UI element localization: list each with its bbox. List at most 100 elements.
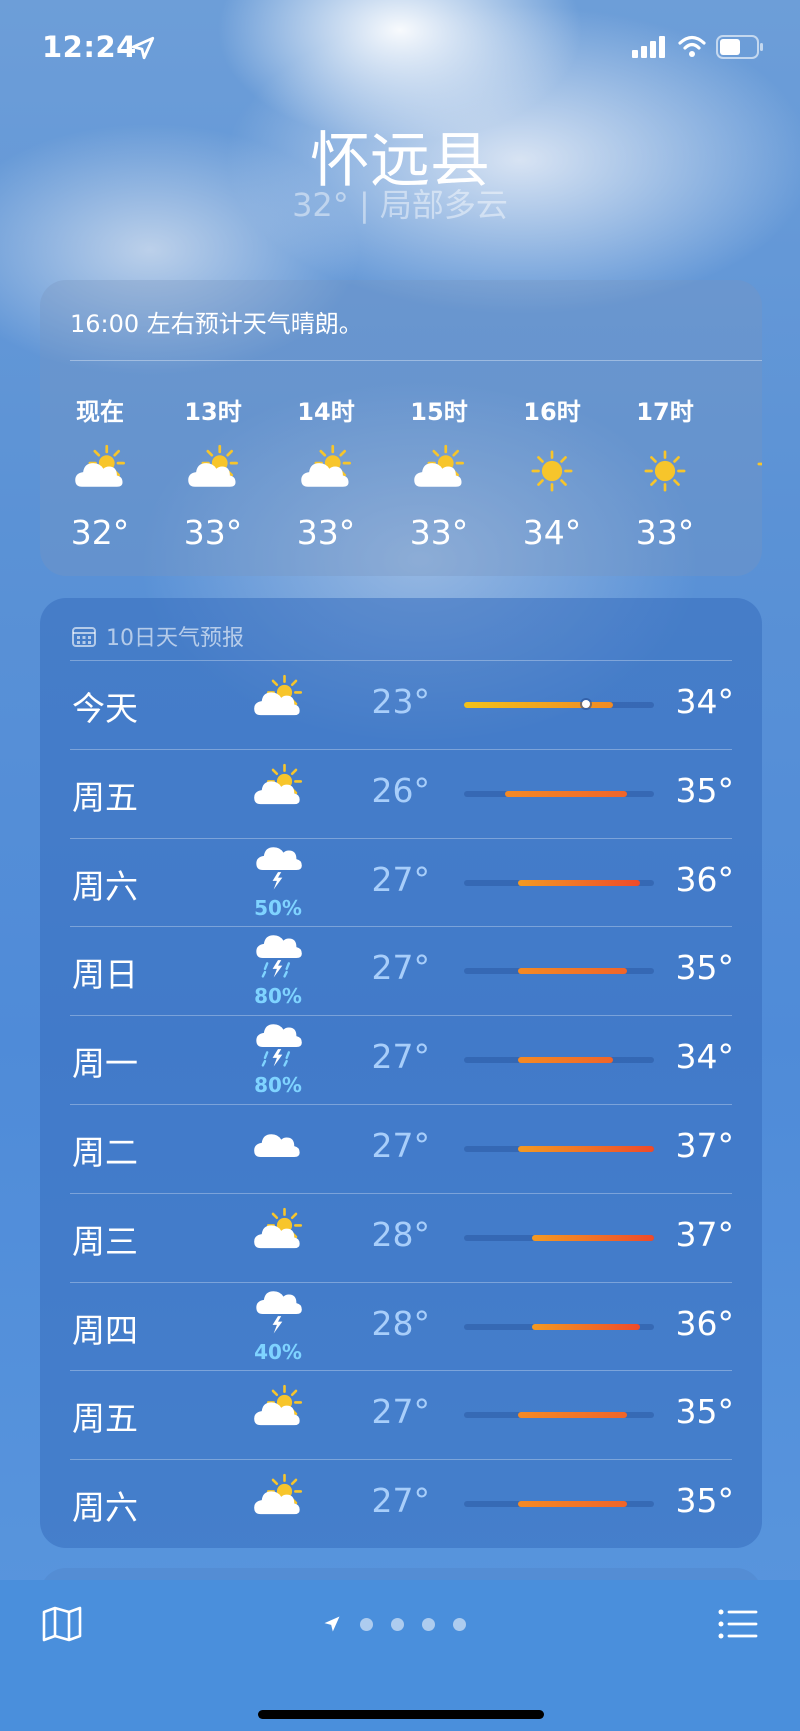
temp-range-fill bbox=[504, 790, 627, 797]
current-summary: 32° | 局部多云 bbox=[292, 186, 508, 224]
temp-range-fill bbox=[518, 1412, 627, 1419]
low-temp: 27° bbox=[371, 1481, 431, 1521]
low-temp: 28° bbox=[371, 1303, 431, 1343]
day-label: 周二 bbox=[72, 1133, 138, 1172]
partly-cloudy-icon bbox=[414, 444, 464, 487]
location-arrow-icon bbox=[324, 1616, 340, 1632]
hour-icon-wrap bbox=[281, 441, 371, 501]
forecast-row[interactable]: 周六 27° 35° bbox=[70, 1459, 735, 1547]
wifi-icon bbox=[678, 35, 706, 57]
hour-icon-wrap bbox=[507, 441, 597, 501]
day-weather bbox=[238, 1207, 318, 1263]
high-temp: 35° bbox=[675, 1481, 735, 1521]
page-dot[interactable] bbox=[360, 1617, 373, 1631]
thunderstorm-rain-icon bbox=[256, 1024, 302, 1067]
partly-cloudy-icon bbox=[188, 444, 238, 487]
high-temp: 34° bbox=[675, 1037, 735, 1077]
ten-day-forecast-card[interactable]: 10日天气预报 今天 23° 34° 周五 26° 35° 周六 50% 27° 36° 周日 80%… bbox=[40, 598, 762, 1548]
hour-label: 16时 bbox=[523, 398, 581, 426]
low-temp: 27° bbox=[371, 1037, 431, 1077]
hour-label: 14时 bbox=[297, 398, 355, 426]
divider bbox=[70, 926, 732, 928]
low-temp: 27° bbox=[371, 1392, 431, 1432]
day-weather bbox=[238, 674, 318, 730]
day-weather: 80% bbox=[238, 1021, 318, 1097]
list-icon[interactable] bbox=[718, 1608, 758, 1640]
divider bbox=[70, 1192, 732, 1194]
day-weather bbox=[238, 1473, 318, 1529]
divider bbox=[70, 360, 762, 361]
hour-temp: 3 bbox=[733, 506, 762, 545]
forecast-row[interactable]: 周一 80% 27° 34° bbox=[70, 1015, 735, 1103]
partly-cloudy-icon bbox=[254, 1207, 303, 1248]
temp-range-bar bbox=[464, 968, 654, 975]
hourly-item: 现在 32° bbox=[55, 392, 145, 552]
day-label: 周三 bbox=[72, 1221, 138, 1261]
location-arrow-icon bbox=[131, 36, 155, 60]
map-icon[interactable] bbox=[42, 1606, 82, 1642]
day-weather: 40% bbox=[238, 1288, 318, 1364]
status-bar: 12:24 bbox=[0, 0, 800, 90]
low-temp: 23° bbox=[371, 682, 431, 721]
page-dot[interactable] bbox=[453, 1617, 466, 1631]
thunderstorm-rain-icon bbox=[256, 935, 302, 978]
day-label: 周六 bbox=[72, 866, 138, 906]
sun-icon bbox=[531, 450, 573, 492]
temp-range-fill bbox=[531, 1234, 654, 1241]
status-time: 12:24 bbox=[42, 30, 137, 64]
hourly-item: 13 bbox=[733, 392, 762, 545]
forecast-row[interactable]: 周六 50% 27° 36° bbox=[70, 837, 735, 926]
day-label: 周日 bbox=[72, 955, 138, 995]
divider bbox=[70, 1370, 732, 1372]
high-temp: 37° bbox=[675, 1214, 735, 1254]
forecast-row[interactable]: 周日 80% 27° 35° bbox=[70, 926, 734, 1014]
high-temp: 35° bbox=[675, 1392, 735, 1432]
low-temp: 27° bbox=[371, 859, 431, 899]
day-weather bbox=[238, 1118, 318, 1174]
hourly-item: 13时 33° bbox=[168, 392, 258, 552]
page-dot[interactable] bbox=[422, 1617, 435, 1631]
temp-range-fill bbox=[464, 702, 614, 708]
thunderstorm-icon bbox=[256, 1290, 302, 1334]
partly-cloudy-icon bbox=[254, 763, 303, 804]
forecast-header: 10日天气预报 bbox=[72, 620, 244, 652]
day-label: 周六 bbox=[72, 1488, 138, 1528]
page-dot[interactable] bbox=[391, 1617, 404, 1631]
precip-chance: 40% bbox=[254, 1339, 302, 1364]
day-label: 周一 bbox=[72, 1044, 138, 1084]
temp-range-fill bbox=[518, 968, 627, 975]
forecast-row[interactable]: 今天 23° 34° bbox=[70, 660, 735, 748]
high-temp: 36° bbox=[675, 859, 735, 899]
low-temp: 28° bbox=[371, 1214, 431, 1254]
temp-range-bar bbox=[464, 1146, 654, 1152]
hourly-item: 15时 33° bbox=[394, 392, 484, 552]
temp-range-bar bbox=[464, 1412, 654, 1419]
day-weather: 80% bbox=[238, 932, 318, 1008]
hour-label: 17时 bbox=[636, 398, 694, 426]
thunderstorm-icon bbox=[256, 846, 302, 890]
divider bbox=[70, 1104, 732, 1105]
cloud-icon bbox=[254, 1134, 300, 1157]
hour-temp: 33° bbox=[409, 513, 469, 552]
forecast-row[interactable]: 周二 27° 37° bbox=[70, 1104, 734, 1192]
forecast-row[interactable]: 周四 40% 28° 36° bbox=[70, 1281, 734, 1370]
forecast-row[interactable]: 周三 28° 37° bbox=[70, 1192, 735, 1281]
hourly-forecast-card[interactable]: 16:00 左右预计天气晴朗。 现在 32° 13时 33° 14时 33° 15时 33° 1… bbox=[40, 280, 762, 576]
divider bbox=[70, 1015, 732, 1017]
day-weather bbox=[238, 763, 318, 819]
calendar-icon bbox=[72, 627, 96, 647]
hourly-item: 14时 33° bbox=[281, 392, 371, 552]
hour-icon-wrap bbox=[394, 441, 484, 501]
forecast-row[interactable]: 周五 27° 35° bbox=[70, 1370, 735, 1458]
day-weather bbox=[238, 1384, 318, 1440]
forecast-row[interactable]: 周五 26° 35° bbox=[70, 748, 735, 837]
high-temp: 34° bbox=[675, 682, 735, 721]
page-indicator[interactable] bbox=[322, 1614, 466, 1634]
sun-icon bbox=[644, 450, 686, 492]
temp-range-fill bbox=[518, 1501, 627, 1508]
high-temp: 35° bbox=[675, 770, 735, 810]
partly-cloudy-icon bbox=[75, 444, 125, 487]
low-temp: 27° bbox=[371, 1126, 431, 1165]
hour-label: 1 bbox=[733, 392, 762, 420]
forecast-title: 10日天气预报 bbox=[106, 626, 244, 651]
